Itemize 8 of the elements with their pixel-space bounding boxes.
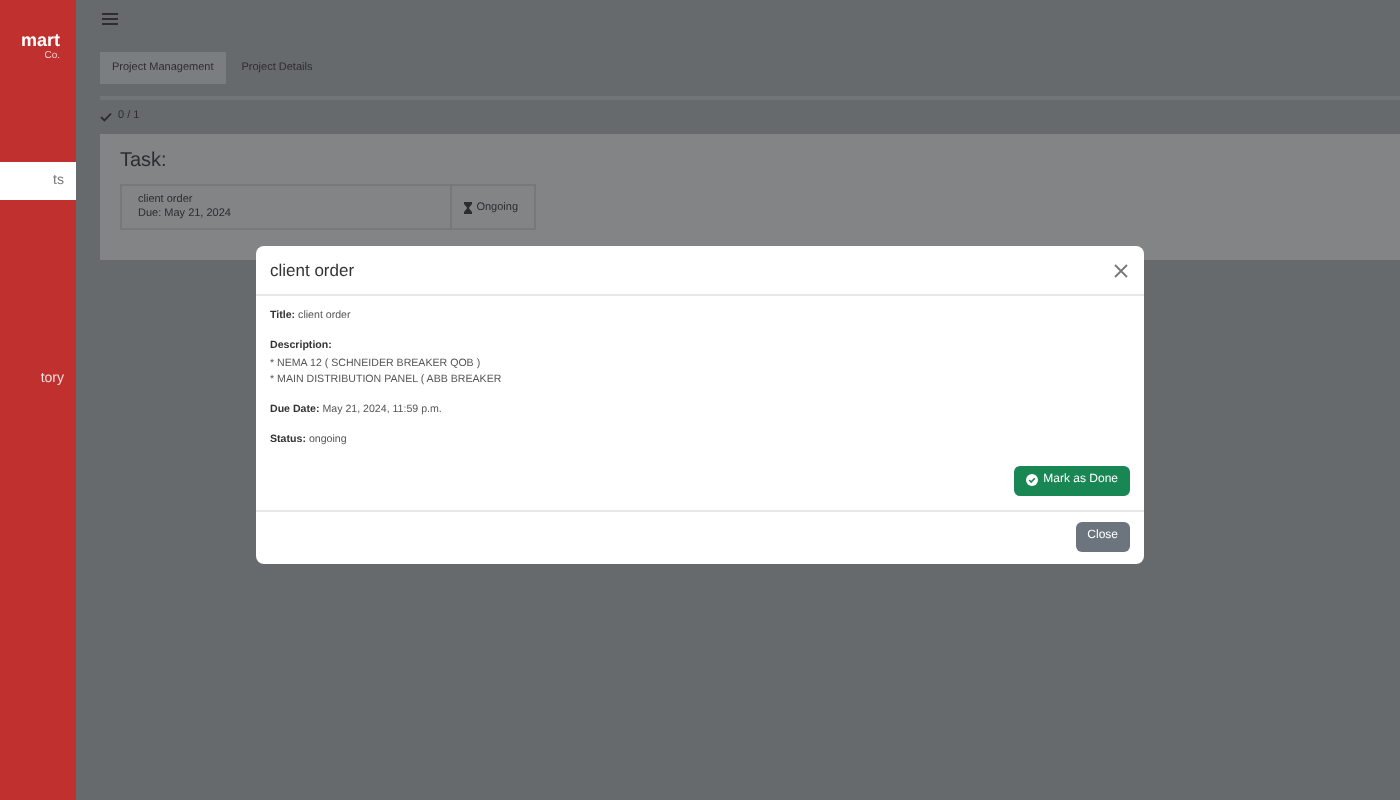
dialog-title: client order: [270, 260, 355, 280]
check-icon: [100, 111, 112, 121]
card-heading: Task:: [120, 150, 169, 172]
menu-icon[interactable]: [102, 12, 118, 26]
check-circle-icon: [1025, 474, 1038, 487]
brand-name: mart: [20, 30, 60, 50]
hourglass-icon: [464, 201, 473, 213]
close-icon[interactable]: [1114, 263, 1128, 277]
